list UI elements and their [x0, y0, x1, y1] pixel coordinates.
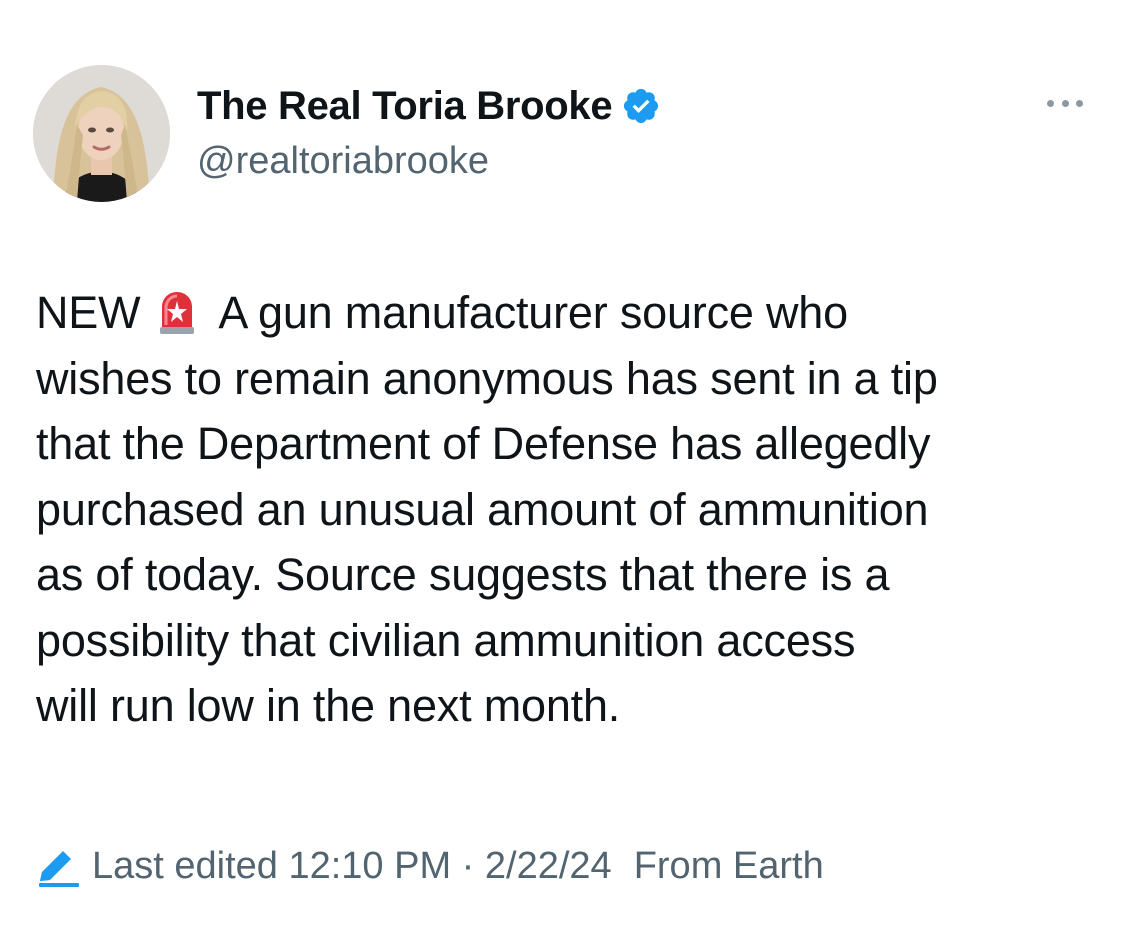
tweet-line: that the Department of Defense has alleg…: [36, 418, 931, 469]
tweet-line-text: NEW: [36, 287, 141, 338]
more-dot-icon: [1061, 99, 1069, 107]
tweet-card: The Real Toria Brooke @realtoriabrooke N…: [0, 0, 1125, 941]
tweet-line: as of today. Source suggests that there …: [36, 549, 890, 600]
tweet-text: NEW A gun manufacturer source who wishes…: [36, 280, 1106, 739]
source-label: From Earth: [633, 845, 824, 887]
pencil-icon: [39, 850, 79, 887]
more-options-button[interactable]: [1043, 90, 1087, 116]
verified-badge-icon: [624, 88, 659, 124]
avatar-image: [33, 65, 170, 202]
tweet-line: possibility that civilian ammunition acc…: [36, 614, 856, 666]
author-avatar[interactable]: [33, 65, 170, 202]
last-edited-link[interactable]: Last edited 12:10 PM · 2/22/24: [92, 845, 612, 888]
more-dot-icon: [1076, 99, 1083, 107]
tweet-line: will run low in the next month.: [36, 680, 621, 731]
tweet-line: wishes to remain anonymous has sent in a…: [36, 352, 938, 404]
author-handle[interactable]: @realtoriabrooke: [197, 140, 489, 183]
tweet-meta: Last edited 12:10 PM · 2/22/24 From Eart…: [36, 845, 824, 888]
tweet-line-text: A gun manufacturer source who: [218, 287, 848, 338]
tweet-line: NEW A gun manufacturer source who: [36, 280, 1106, 346]
more-dot-icon: [1047, 99, 1054, 107]
author-display-name[interactable]: The Real Toria Brooke: [197, 84, 613, 129]
author-name-row[interactable]: The Real Toria Brooke: [197, 80, 661, 132]
siren-icon: [160, 292, 195, 334]
tweet-line: purchased an unusual amount of ammunitio…: [36, 483, 929, 535]
